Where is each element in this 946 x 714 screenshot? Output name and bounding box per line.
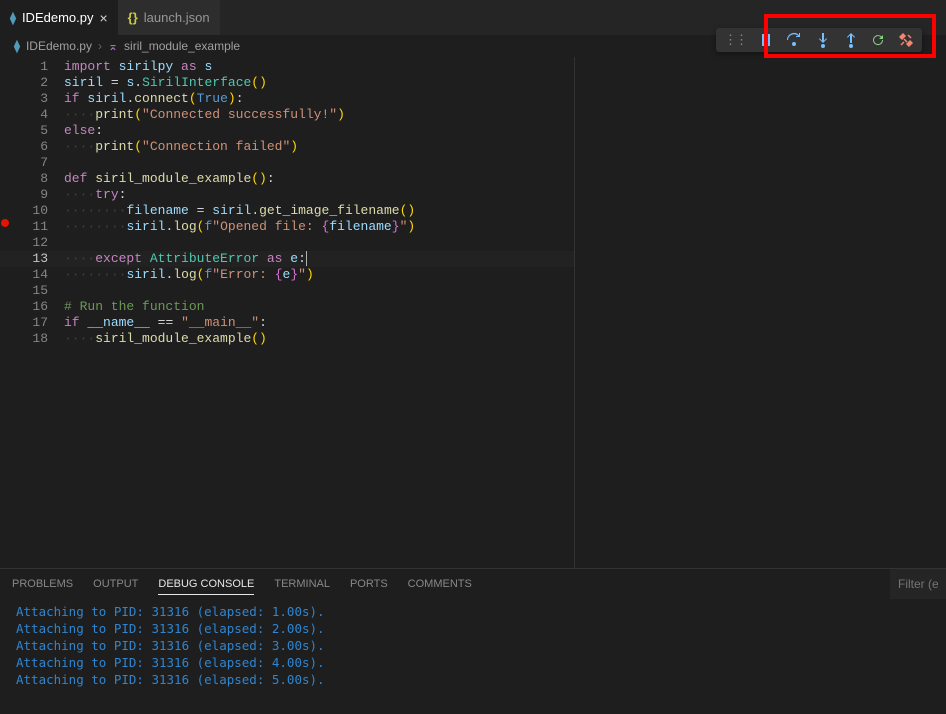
panel-filter-input[interactable] xyxy=(890,569,946,599)
disconnect-button[interactable] xyxy=(898,32,914,48)
line-number[interactable]: 14 xyxy=(10,267,64,283)
code-content[interactable]: ····print("Connection failed") xyxy=(64,139,298,155)
code-content[interactable]: import sirilpy as s xyxy=(64,59,212,75)
breakpoint-icon[interactable] xyxy=(1,219,9,227)
code-line[interactable]: 2siril = s.SirilInterface() xyxy=(0,75,574,91)
drag-handle-icon[interactable]: ⋮⋮ xyxy=(724,32,746,48)
step-over-button[interactable] xyxy=(786,32,802,48)
code-content[interactable]: siril = s.SirilInterface() xyxy=(64,75,267,91)
line-number[interactable]: 4 xyxy=(10,107,64,123)
line-number[interactable]: 9 xyxy=(10,187,64,203)
code-content[interactable]: def siril_module_example(): xyxy=(64,171,275,187)
line-number[interactable]: 12 xyxy=(10,235,64,251)
code-content[interactable]: # Run the function xyxy=(64,299,204,315)
line-number[interactable]: 15 xyxy=(10,283,64,299)
line-number[interactable]: 11 xyxy=(10,219,64,235)
console-line: Attaching to PID: 31316 (elapsed: 3.00s)… xyxy=(16,637,930,654)
debug-console-output[interactable]: Attaching to PID: 31316 (elapsed: 1.00s)… xyxy=(0,599,946,714)
breadcrumb-symbol[interactable]: siril_module_example xyxy=(124,39,240,53)
breakpoint-gutter[interactable] xyxy=(0,219,10,227)
code-content[interactable]: ········siril.log(f"Error: {e}") xyxy=(64,267,314,283)
editor-tab[interactable]: {} launch.json xyxy=(118,0,220,35)
code-line[interactable]: 10········filename = siril.get_image_fil… xyxy=(0,203,574,219)
line-number[interactable]: 18 xyxy=(10,331,64,347)
line-number[interactable]: 17 xyxy=(10,315,64,331)
code-line[interactable]: 4····print("Connected successfully!") xyxy=(0,107,574,123)
code-line[interactable]: 9····try: xyxy=(0,187,574,203)
line-number[interactable]: 13 xyxy=(10,251,64,267)
code-editor[interactable]: 1import sirilpy as s2siril = s.SirilInte… xyxy=(0,57,574,568)
step-into-button[interactable] xyxy=(814,32,830,48)
tab-label: launch.json xyxy=(144,10,210,25)
step-out-button[interactable] xyxy=(842,32,858,48)
code-line[interactable]: 13····except AttributeError as e: xyxy=(0,251,574,267)
code-content[interactable]: if __name__ == "__main__": xyxy=(64,315,267,331)
code-content[interactable]: if siril.connect(True): xyxy=(64,91,244,107)
console-line: Attaching to PID: 31316 (elapsed: 1.00s)… xyxy=(16,603,930,620)
pause-button[interactable] xyxy=(758,32,774,48)
code-line[interactable]: 16# Run the function xyxy=(0,299,574,315)
code-line[interactable]: 3if siril.connect(True): xyxy=(0,91,574,107)
code-line[interactable]: 7 xyxy=(0,155,574,171)
line-number[interactable]: 8 xyxy=(10,171,64,187)
code-content[interactable]: ····try: xyxy=(64,187,126,203)
line-number[interactable]: 3 xyxy=(10,91,64,107)
code-line[interactable]: 8def siril_module_example(): xyxy=(0,171,574,187)
chevron-right-icon: › xyxy=(98,39,102,53)
code-line[interactable]: 6····print("Connection failed") xyxy=(0,139,574,155)
line-number[interactable]: 16 xyxy=(10,299,64,315)
bottom-panel: PROBLEMS OUTPUT DEBUG CONSOLE TERMINAL PORTS… xyxy=(0,568,946,714)
line-number[interactable]: 5 xyxy=(10,123,64,139)
code-content[interactable]: ········siril.log(f"Opened file: {filena… xyxy=(64,219,415,235)
restart-button[interactable] xyxy=(870,32,886,48)
panel-tab[interactable]: DEBUG CONSOLE xyxy=(158,574,254,595)
code-line[interactable]: 12 xyxy=(0,235,574,251)
python-icon: ⧫ xyxy=(10,11,16,25)
method-icon: ⌅ xyxy=(108,39,118,53)
tab-label: IDEdemo.py xyxy=(22,10,94,25)
breadcrumb-file[interactable]: IDEdemo.py xyxy=(26,39,92,53)
editor-area: 1import sirilpy as s2siril = s.SirilInte… xyxy=(0,57,946,568)
editor-right-pane xyxy=(574,57,946,568)
json-icon: {} xyxy=(128,10,138,25)
code-line[interactable]: 18····siril_module_example() xyxy=(0,331,574,347)
panel-tab[interactable]: COMMENTS xyxy=(408,574,472,594)
line-number[interactable]: 10 xyxy=(10,203,64,219)
console-line: Attaching to PID: 31316 (elapsed: 2.00s)… xyxy=(16,620,930,637)
code-line[interactable]: 5else: xyxy=(0,123,574,139)
close-icon[interactable]: × xyxy=(99,10,107,26)
panel-tab[interactable]: TERMINAL xyxy=(274,574,330,594)
panel-tabs: PROBLEMS OUTPUT DEBUG CONSOLE TERMINAL PORTS… xyxy=(0,569,946,599)
code-content[interactable]: ····print("Connected successfully!") xyxy=(64,107,345,123)
panel-tab[interactable]: OUTPUT xyxy=(93,574,138,594)
editor-tab[interactable]: ⧫ IDEdemo.py × xyxy=(0,0,118,35)
code-line[interactable]: 14········siril.log(f"Error: {e}") xyxy=(0,267,574,283)
code-content[interactable]: ····except AttributeError as e: xyxy=(64,251,307,267)
code-line[interactable]: 15 xyxy=(0,283,574,299)
code-line[interactable]: 1import sirilpy as s xyxy=(0,59,574,75)
line-number[interactable]: 7 xyxy=(10,155,64,171)
panel-tab[interactable]: PROBLEMS xyxy=(12,574,73,594)
code-content[interactable]: ····siril_module_example() xyxy=(64,331,267,347)
line-number[interactable]: 6 xyxy=(10,139,64,155)
code-content[interactable]: else: xyxy=(64,123,103,139)
line-number[interactable]: 1 xyxy=(10,59,64,75)
code-line[interactable]: 17if __name__ == "__main__": xyxy=(0,315,574,331)
console-line: Attaching to PID: 31316 (elapsed: 4.00s)… xyxy=(16,654,930,671)
code-line[interactable]: 11········siril.log(f"Opened file: {file… xyxy=(0,219,574,235)
panel-tab[interactable]: PORTS xyxy=(350,574,388,594)
code-content[interactable]: ········filename = siril.get_image_filen… xyxy=(64,203,415,219)
python-icon: ⧫ xyxy=(14,39,20,53)
debug-toolbar[interactable]: ⋮⋮ xyxy=(716,28,922,52)
console-line: Attaching to PID: 31316 (elapsed: 5.00s)… xyxy=(16,671,930,688)
line-number[interactable]: 2 xyxy=(10,75,64,91)
